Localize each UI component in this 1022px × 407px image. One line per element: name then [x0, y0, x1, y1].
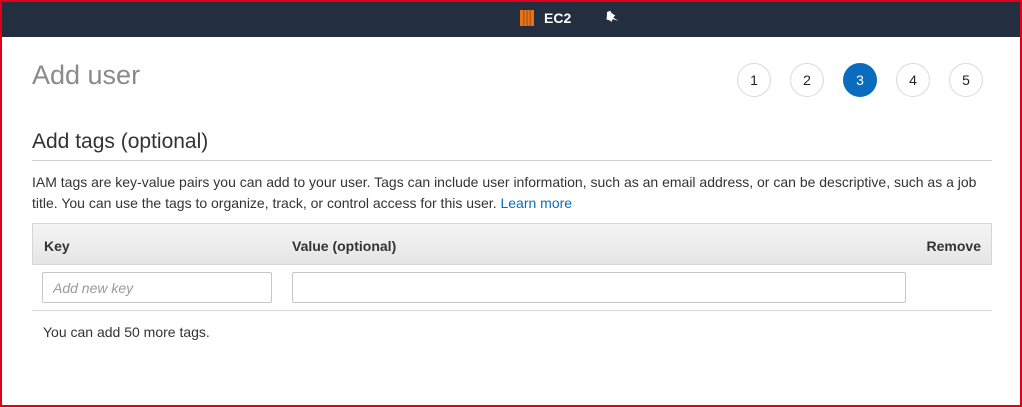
wizard-steps: 1 2 3 4 5 [737, 63, 983, 99]
step-5[interactable]: 5 [949, 63, 983, 97]
tags-description: IAM tags are key-value pairs you can add… [32, 172, 987, 214]
section-title: Add tags (optional) [32, 130, 209, 153]
ec2-icon [518, 9, 536, 27]
step-1[interactable]: 1 [737, 63, 771, 97]
tag-value-input[interactable] [292, 272, 906, 303]
remaining-tags-text: You can add 50 more tags. [43, 324, 210, 340]
section-divider [32, 160, 992, 161]
learn-more-link[interactable]: Learn more [500, 195, 572, 211]
page-title: Add user [32, 60, 141, 90]
column-header-remove: Remove [926, 238, 981, 254]
service-label: EC2 [544, 10, 572, 26]
top-navigation-bar: EC2 [0, 0, 1022, 37]
ec2-service-link[interactable]: EC2 [518, 8, 571, 28]
row-divider [32, 310, 992, 311]
column-header-value: Value (optional) [292, 238, 397, 254]
column-header-key: Key [44, 238, 70, 254]
step-4[interactable]: 4 [896, 63, 930, 97]
step-2[interactable]: 2 [790, 63, 824, 97]
tags-table-header: Key Value (optional) Remove [32, 223, 992, 265]
pin-icon[interactable] [604, 10, 619, 24]
tag-key-input[interactable] [42, 272, 272, 303]
step-3-active[interactable]: 3 [843, 63, 877, 97]
